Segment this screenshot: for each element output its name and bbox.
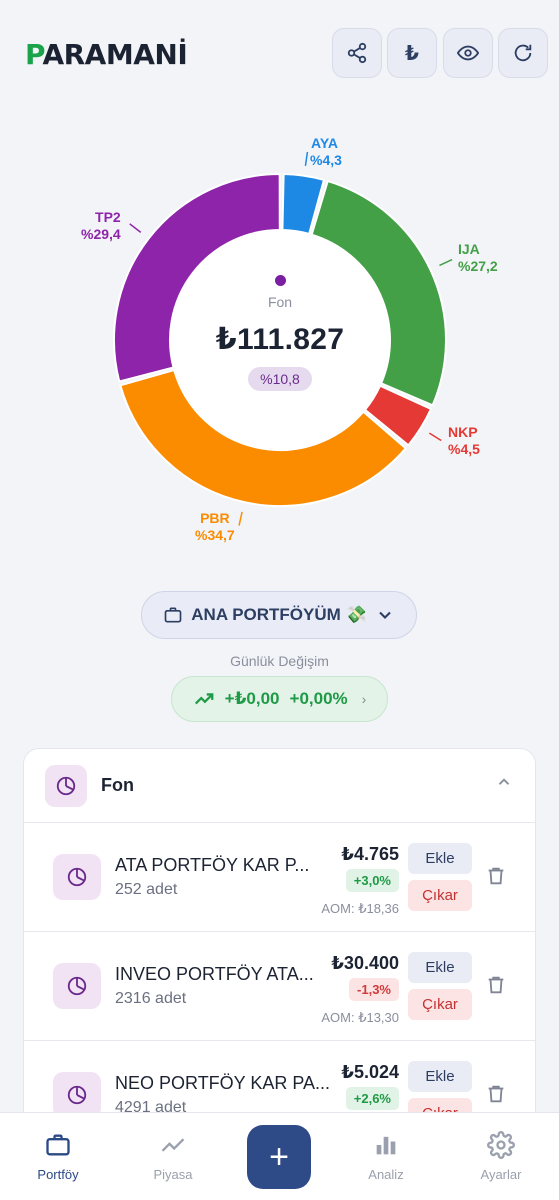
holding-change-badge: -1,3% [349, 978, 399, 1001]
trending-up-icon [194, 693, 214, 705]
briefcase-icon [46, 1134, 70, 1156]
visibility-toggle-button[interactable] [443, 28, 493, 78]
share-button[interactable] [332, 28, 382, 78]
leader-line-pbr [238, 511, 243, 526]
trash-icon[interactable] [485, 864, 507, 888]
remove-button[interactable]: Çıkar [408, 880, 472, 911]
holdings-card: Fon ATA PORTFÖY KAR P... 252 adet ₺4.765… [23, 748, 536, 1148]
currency-button[interactable]: ₺ [387, 28, 437, 78]
add-button[interactable]: Ekle [408, 1061, 472, 1092]
holding-value: ₺4.765 [341, 844, 399, 864]
currency-icon: ₺ [405, 42, 419, 65]
trash-icon[interactable] [485, 973, 507, 997]
leader-line-tp2 [129, 223, 142, 233]
share-icon [347, 42, 367, 64]
portfolio-name: ANA PORTFÖYÜM 💸 [191, 605, 367, 624]
trash-icon[interactable] [485, 1082, 507, 1106]
briefcase-icon [164, 607, 182, 623]
daily-change-amount: +₺0,00 [224, 689, 280, 708]
chevron-up-icon[interactable] [495, 773, 513, 796]
slice-label-aya: AYA %4,3 [310, 135, 342, 168]
chevron-down-icon [378, 611, 391, 619]
holding-change-badge: +3,0% [345, 869, 399, 892]
allocation-donut-chart: Fon ₺111.827 %10,8 AYA %4,3 IJA %27,2 NKP%… [0, 120, 559, 560]
card-title: Fon [101, 775, 134, 795]
leader-line-ija [439, 258, 453, 267]
holding-row[interactable]: ATA PORTFÖY KAR P... 252 adet ₺4.765 +3,… [24, 823, 535, 932]
chevron-right-icon: › [361, 691, 367, 707]
tab-analiz-label: Analiz [368, 1167, 404, 1182]
tab-portfoy[interactable]: Portföy [2, 1131, 114, 1182]
holding-name: NEO PORTFÖY KAR PA... [115, 1073, 331, 1093]
slice-label-nkp: NKP %4,5 [448, 424, 480, 457]
holding-value: ₺5.024 [341, 1062, 399, 1082]
daily-change-label: Günlük Değişim [230, 653, 329, 669]
card-header[interactable]: Fon [24, 749, 535, 823]
slice-label-ija: IJA %27,2 [458, 241, 498, 274]
gear-icon [487, 1131, 515, 1159]
portfolio-total: ₺111.827 [215, 323, 345, 356]
bar-chart-icon [376, 1136, 396, 1155]
add-button[interactable]: Ekle [408, 843, 472, 874]
leader-line-aya [304, 151, 309, 166]
slice-label-pbr: PBR %34,7 [195, 510, 235, 543]
holding-row[interactable]: INVEO PORTFÖY ATA... 2316 adet ₺30.400 -… [24, 932, 535, 1041]
holding-quantity: 2316 adet [115, 990, 187, 1007]
add-button[interactable]: Ekle [408, 952, 472, 983]
tab-analiz[interactable]: Analiz [330, 1131, 442, 1182]
donut-center: Fon ₺111.827 %10,8 [180, 275, 380, 391]
eye-icon [457, 45, 479, 61]
tab-portfoy-label: Portföy [37, 1167, 79, 1182]
add-transaction-button[interactable]: + [247, 1125, 311, 1189]
holding-average-cost: AOM: ₺13,30 [321, 1010, 399, 1025]
holding-change-badge: +2,6% [345, 1087, 399, 1110]
daily-change-percent: +0,00% [289, 689, 348, 708]
tab-ayarlar[interactable]: Ayarlar [445, 1131, 557, 1182]
tab-piyasa[interactable]: Piyasa [117, 1131, 229, 1182]
holding-quantity: 252 adet [115, 881, 178, 898]
refresh-button[interactable] [498, 28, 548, 78]
holding-name: INVEO PORTFÖY ATA... [115, 964, 314, 984]
portfolio-selector[interactable]: ANA PORTFÖYÜM 💸 [141, 591, 417, 639]
app-logo: PARAMANİ [25, 38, 188, 71]
center-percent-badge: %10,8 [248, 367, 312, 391]
chart-line-icon [161, 1138, 185, 1152]
remove-button[interactable]: Çıkar [408, 989, 472, 1020]
pie-category-icon [53, 854, 101, 900]
center-category: Fon [267, 294, 293, 310]
holding-value: ₺30.400 [331, 953, 399, 973]
pie-category-icon [45, 765, 87, 807]
tab-piyasa-label: Piyasa [153, 1167, 193, 1182]
app-header: PARAMANİ ₺ [0, 28, 559, 78]
tab-ayarlar-label: Ayarlar [480, 1167, 522, 1182]
slice-label-tp2: TP2 %29,4 [81, 209, 121, 242]
plus-icon: + [269, 1137, 289, 1176]
category-dot [274, 275, 286, 286]
bottom-tab-bar: Portföy Piyasa + Analiz Ayarlar [0, 1112, 559, 1200]
daily-change-pill[interactable]: +₺0,00 +0,00% › [171, 676, 388, 722]
leader-line-nkp [428, 432, 442, 442]
holding-average-cost: AOM: ₺18,36 [321, 901, 399, 916]
holding-name: ATA PORTFÖY KAR P... [115, 855, 310, 875]
refresh-icon [514, 44, 532, 62]
pie-category-icon [53, 963, 101, 1009]
